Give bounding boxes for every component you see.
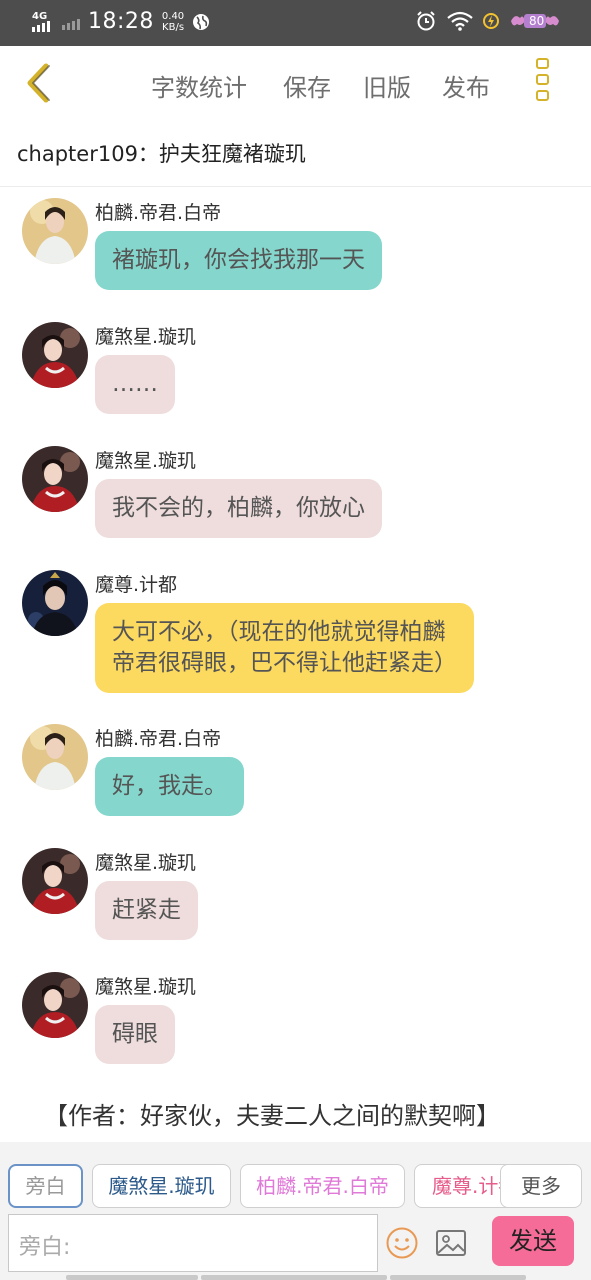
network-speed: 0.40 KB/s: [162, 11, 184, 33]
battery-saver-icon: [483, 13, 499, 29]
xuanji-avatar[interactable]: [22, 446, 88, 512]
sender-name: 柏麟.帝君.白帝: [95, 202, 222, 224]
message-line: 帝君很碍眼，巴不得让他赶紧走）: [112, 650, 457, 676]
sender-name: 魔煞星.璇玑: [95, 326, 197, 348]
clock: 18:28: [88, 9, 154, 34]
message-line: 大可不必，（现在的他就觉得柏麟: [112, 619, 446, 645]
more-roles-button[interactable]: 更多: [500, 1164, 582, 1208]
back-arrow-icon[interactable]: [22, 60, 56, 106]
message-input[interactable]: 旁白:: [8, 1214, 378, 1272]
xuanji-avatar[interactable]: [22, 972, 88, 1038]
sender-name: 魔煞星.璇玑: [95, 450, 197, 472]
mobile-signal-icon: 4G: [32, 10, 54, 34]
speed-value: 0.40: [161, 10, 185, 22]
secondary-signal-icon: [62, 12, 80, 32]
emoji-icon[interactable]: [385, 1226, 419, 1260]
battery-level: 80: [529, 14, 545, 28]
save-button[interactable]: 保存: [283, 68, 331, 103]
sender-name: 柏麟.帝君.白帝: [95, 728, 222, 750]
message-bubble[interactable]: 褚璇玑，你会找我那一天: [95, 231, 382, 290]
status-bar: 4G 18:28 0.40 KB/s 80: [0, 0, 591, 46]
sender-name: 魔煞星.璇玑: [95, 976, 197, 998]
bailin-avatar[interactable]: [22, 198, 88, 264]
image-icon[interactable]: [435, 1228, 467, 1258]
editor-header: 字数统计 保存 旧版 发布: [0, 46, 591, 120]
message-bubble[interactable]: ……: [95, 355, 175, 414]
xuanji-avatar[interactable]: [22, 848, 88, 914]
role-chip-xuanji[interactable]: 魔煞星.璇玑: [92, 1164, 231, 1208]
send-button[interactable]: 发送: [492, 1216, 574, 1266]
word-count-button[interactable]: 字数统计: [151, 68, 247, 103]
more-menu-icon[interactable]: [536, 58, 552, 106]
divider: [0, 186, 591, 187]
jidu-avatar[interactable]: [22, 570, 88, 636]
composer-panel: 旁白 魔煞星.璇玑 柏麟.帝君.白帝 魔尊.计都 更多 旁白: 发送: [0, 1142, 591, 1280]
alarm-icon: [417, 11, 435, 31]
narration-text[interactable]: 【作者：好家伙，夫妻二人之间的默契啊】: [44, 1096, 500, 1131]
message-bubble[interactable]: 碍眼: [95, 1005, 175, 1064]
battery-indicator: 80: [509, 10, 561, 32]
message-bubble[interactable]: 我不会的，柏麟，你放心: [95, 479, 382, 538]
wifi-icon: [447, 11, 473, 31]
role-chip-bailin[interactable]: 柏麟.帝君.白帝: [240, 1164, 405, 1208]
role-chip-narrator[interactable]: 旁白: [8, 1164, 83, 1208]
message-bubble[interactable]: 好，我走。: [95, 757, 244, 816]
publish-button[interactable]: 发布: [442, 68, 490, 103]
bailin-avatar[interactable]: [22, 724, 88, 790]
message-bubble[interactable]: 赶紧走: [95, 881, 198, 940]
xuanji-avatar[interactable]: [22, 322, 88, 388]
speed-unit: KB/s: [162, 21, 185, 33]
sender-name: 魔尊.计都: [95, 574, 178, 596]
sender-name: 魔煞星.璇玑: [95, 852, 197, 874]
horizontal-scrollbar[interactable]: [66, 1275, 526, 1280]
message-bubble[interactable]: 大可不必，（现在的他就觉得柏麟 帝君很碍眼，巴不得让他赶紧走）: [95, 603, 474, 693]
old-version-button[interactable]: 旧版: [363, 68, 411, 103]
chapter-title: chapter109：护夫狂魔褚璇玑: [17, 142, 306, 166]
globe-icon: [193, 13, 210, 30]
